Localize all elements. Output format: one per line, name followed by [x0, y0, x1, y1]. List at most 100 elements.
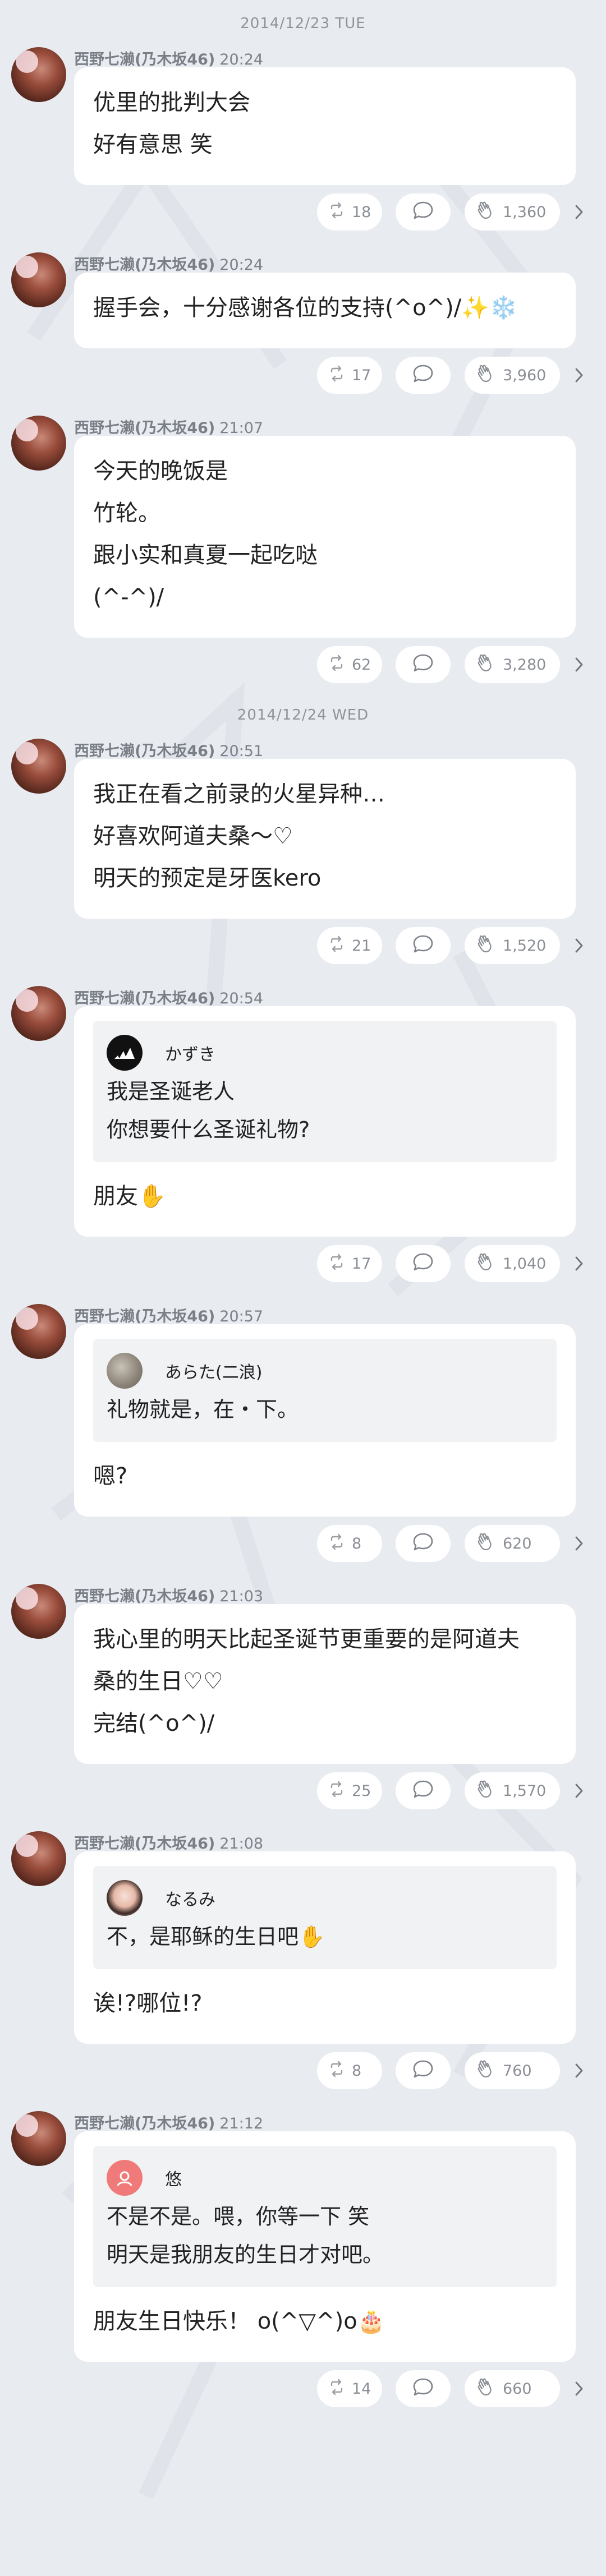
quote-text-line: 礼物就是，在・下。	[107, 1397, 299, 1422]
chevron-right-icon[interactable]	[568, 364, 590, 386]
chevron-right-icon[interactable]	[568, 2377, 590, 2400]
post: 西野七濑(乃木坂46) 21:07 今天的晚饭是 竹轮。 跟小实和真夏一起吃哒 (^-^)…	[0, 416, 606, 692]
message-bubble[interactable]: かずき 我是圣诞老人 你想要什么圣诞礼物? 朋友✋	[74, 1006, 576, 1237]
repost-icon	[328, 1533, 345, 1554]
comment-button[interactable]	[396, 646, 451, 683]
message-bubble[interactable]: 握手会，十分感谢各位的支持(^o^)/✨❄️	[74, 273, 576, 348]
author-name: 西野七濑(乃木坂46)	[74, 51, 215, 68]
chevron-right-icon[interactable]	[568, 1252, 590, 1275]
clap-button[interactable]: 760	[465, 2052, 560, 2089]
message-bubble[interactable]: 我正在看之前录的火星异种… 好喜欢阿道夫桑〜♡ 明天的预定是牙医kero	[74, 759, 576, 919]
post-actions: 18 1,360	[0, 185, 606, 239]
post: 西野七濑(乃木坂46) 21:08 なるみ 不，是耶稣的生日吧✋ 诶!?哪位!? 8 760	[0, 1831, 606, 2098]
comment-button[interactable]	[396, 1772, 451, 1809]
quoted-message[interactable]: なるみ 不，是耶稣的生日吧✋	[93, 1866, 557, 1969]
comment-icon	[412, 1532, 434, 1556]
message-text-line: 诶!?哪位!?	[93, 1990, 203, 2016]
comment-icon	[412, 363, 434, 388]
message-bubble[interactable]: 今天的晚饭是 竹轮。 跟小实和真夏一起吃哒 (^-^)/	[74, 436, 576, 638]
message-text-line: 优里的批判大会	[93, 90, 250, 116]
clap-button[interactable]: 3,280	[465, 646, 560, 683]
message-bubble[interactable]: 优里的批判大会 好有意思 笑	[74, 67, 576, 185]
post: 西野七濑(乃木坂46) 20:24 握手会，十分感谢各位的支持(^o^)/✨❄️ 17…	[0, 252, 606, 402]
message-text-line: 朋友生日快乐！ o(^▽^)o🎂	[93, 2308, 385, 2334]
post: 西野七濑(乃木坂46) 20:54 かずき 我是圣诞老人 你想要什么圣诞礼物? 朋友✋ 17…	[0, 986, 606, 1291]
repost-button[interactable]: 17	[317, 357, 382, 394]
message-text-line: 好喜欢阿道夫桑〜♡	[93, 823, 293, 849]
repost-count: 14	[352, 2380, 371, 2398]
chevron-right-icon[interactable]	[568, 1532, 590, 1555]
message-bubble[interactable]: あらた(二浪) 礼物就是，在・下。 嗯?	[74, 1324, 576, 1517]
clap-count: 620	[503, 1534, 532, 1552]
repost-icon	[328, 1781, 345, 1801]
clap-icon	[476, 1779, 496, 1803]
repost-button[interactable]: 14	[317, 2370, 382, 2407]
quote-author: あらた(二浪)	[165, 1363, 263, 1383]
chevron-right-icon[interactable]	[568, 2059, 590, 2082]
repost-button[interactable]: 17	[317, 1245, 382, 1282]
clap-count: 3,960	[503, 366, 547, 384]
comment-button[interactable]	[396, 193, 451, 231]
post-meta: 西野七濑(乃木坂46) 21:08	[74, 1831, 263, 1853]
post-meta: 西野七濑(乃木坂46) 20:24	[74, 47, 263, 69]
clap-button[interactable]: 1,040	[465, 1245, 560, 1282]
message-bubble[interactable]: 悠不是不是。喂，你等一下 笑明天是我朋友的生日才对吧。朋友生日快乐！ o(^▽^…	[74, 2131, 576, 2362]
comment-icon	[412, 2377, 434, 2401]
comment-button[interactable]	[396, 2370, 451, 2407]
post-time: 21:07	[219, 420, 264, 437]
repost-button[interactable]: 21	[317, 927, 382, 964]
clap-count: 1,520	[503, 937, 547, 955]
chevron-right-icon[interactable]	[568, 1780, 590, 1802]
repost-icon	[328, 655, 345, 675]
comment-icon	[412, 1252, 434, 1276]
clap-button[interactable]: 1,360	[465, 193, 560, 231]
message-text-line: 今天的晚饭是	[93, 458, 228, 484]
chevron-right-icon[interactable]	[568, 653, 590, 676]
repost-icon	[328, 936, 345, 956]
quoted-message[interactable]: かずき 我是圣诞老人 你想要什么圣诞礼物?	[93, 1021, 557, 1162]
repost-button[interactable]: 8	[317, 1525, 382, 1562]
repost-button[interactable]: 25	[317, 1772, 382, 1809]
date-separator: 2014/12/24 WED	[237, 707, 369, 724]
repost-button[interactable]: 8	[317, 2052, 382, 2089]
clap-button[interactable]: 1,570	[465, 1772, 560, 1809]
repost-icon	[328, 365, 345, 386]
clap-button[interactable]: 3,960	[465, 357, 560, 394]
comment-button[interactable]	[396, 2052, 451, 2089]
message-text-line: 明天的预定是牙医kero	[93, 865, 322, 891]
clap-button[interactable]: 660	[465, 2370, 560, 2407]
repost-button[interactable]: 18	[317, 193, 382, 231]
repost-count: 8	[352, 2062, 362, 2080]
post: 西野七濑(乃木坂46) 20:57 あらた(二浪) 礼物就是，在・下。 嗯? 8 620	[0, 1304, 606, 1570]
author-name: 西野七濑(乃木坂46)	[74, 420, 215, 437]
quoted-message[interactable]: 悠不是不是。喂，你等一下 笑明天是我朋友的生日才对吧。	[93, 2146, 557, 2287]
clap-count: 1,040	[503, 1255, 547, 1273]
post-meta: 西野七濑(乃木坂46) 21:12	[74, 2111, 263, 2133]
clap-count: 1,360	[503, 203, 547, 221]
message-text-line: 竹轮。	[93, 500, 160, 526]
quoted-message[interactable]: あらた(二浪) 礼物就是，在・下。	[93, 1339, 557, 1442]
message-text-line: 桑的生日♡♡	[93, 1669, 223, 1694]
repost-button[interactable]: 62	[317, 646, 382, 683]
clap-button[interactable]: 620	[465, 1525, 560, 1562]
message-feed: 2014/12/23 TUE 西野七濑(乃木坂46) 20:24 优里的批判大会 好有意…	[0, 0, 606, 2429]
quote-avatar	[107, 2160, 143, 2196]
post-meta: 西野七濑(乃木坂46) 20:24	[74, 252, 263, 274]
author-name: 西野七濑(乃木坂46)	[74, 1588, 215, 1605]
message-bubble[interactable]: なるみ 不，是耶稣的生日吧✋ 诶!?哪位!?	[74, 1851, 576, 2044]
comment-button[interactable]	[396, 927, 451, 964]
author-name: 西野七濑(乃木坂46)	[74, 1835, 215, 1852]
comment-button[interactable]	[396, 1245, 451, 1282]
post-meta: 西野七濑(乃木坂46) 20:57	[74, 1304, 263, 1326]
repost-count: 17	[352, 1255, 371, 1273]
clap-button[interactable]: 1,520	[465, 927, 560, 964]
post-meta: 西野七濑(乃木坂46) 21:07	[74, 416, 263, 437]
clap-icon	[476, 1532, 496, 1556]
chevron-right-icon[interactable]	[568, 201, 590, 223]
comment-button[interactable]	[396, 357, 451, 394]
post: 西野七濑(乃木坂46) 21:03 我心里的明天比起圣诞节更重要的是阿道夫 桑的生日♡…	[0, 1584, 606, 1818]
repost-count: 62	[352, 656, 371, 674]
comment-button[interactable]	[396, 1525, 451, 1562]
chevron-right-icon[interactable]	[568, 934, 590, 957]
message-bubble[interactable]: 我心里的明天比起圣诞节更重要的是阿道夫 桑的生日♡♡ 完结(^o^)/	[74, 1604, 576, 1764]
